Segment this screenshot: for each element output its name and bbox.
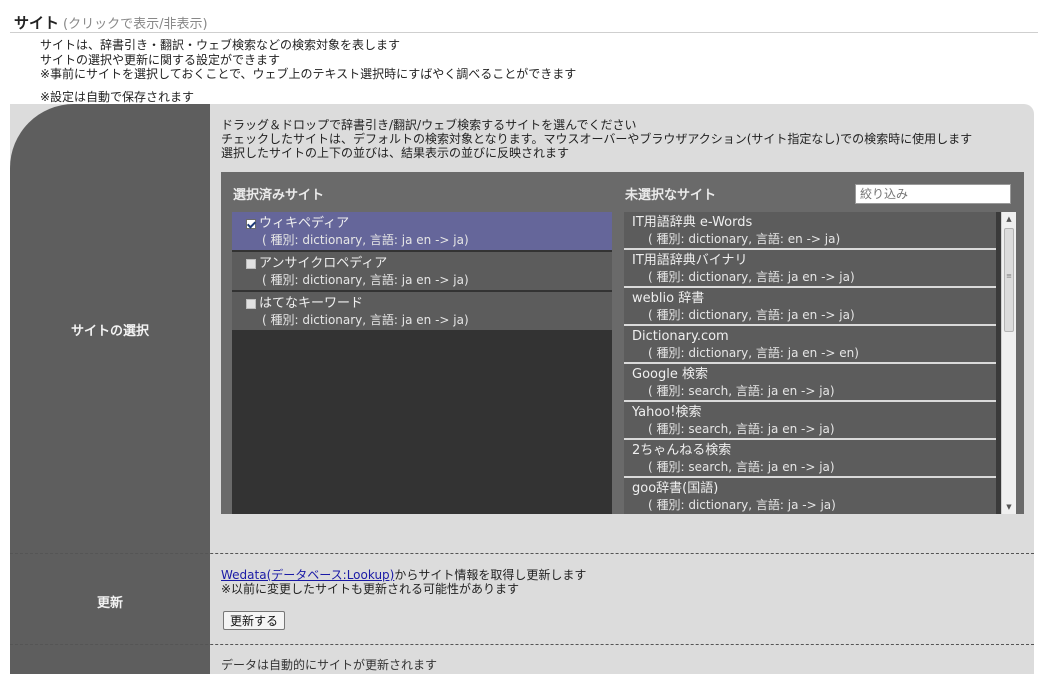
default-site-checkbox[interactable]: [246, 259, 256, 269]
site-name: アンサイクロペディア: [259, 256, 388, 271]
site-filter-input[interactable]: [855, 184, 1011, 204]
site-name: 2ちゃんねる検索: [632, 443, 732, 458]
unselected-site-item[interactable]: IT用語辞典 e-Words ( 種別: dictionary, 言語: en …: [624, 212, 996, 250]
site-name: goo辞書(国語): [632, 481, 719, 496]
description-line: サイトの選択や更新に関する設定ができます: [40, 52, 281, 67]
toggle-visibility-link[interactable]: (クリックで表示/非表示): [63, 17, 208, 32]
update-button[interactable]: 更新する: [223, 611, 286, 630]
unselected-site-item[interactable]: Yahoo!検索 ( 種別: search, 言語: ja en -> ja): [624, 402, 996, 440]
site-name: IT用語辞典バイナリ: [632, 253, 748, 268]
instruction-line: 選択したサイトの上下の並びは、結果表示の並びに反映されます: [221, 146, 570, 160]
site-meta: ( 種別: dictionary, 言語: ja en -> ja): [262, 273, 469, 287]
site-name: weblio 辞書: [632, 291, 705, 306]
site-meta: ( 種別: search, 言語: ja en -> ja): [648, 384, 835, 398]
header-divider: [10, 32, 1038, 33]
unselected-list-scrollbar[interactable]: ▲ ≡ ▼: [1001, 212, 1016, 514]
unselected-site-item[interactable]: 2ちゃんねる検索 ( 種別: search, 言語: ja en -> ja): [624, 440, 996, 478]
site-name: Google 検索: [632, 367, 708, 382]
selected-site-item[interactable]: アンサイクロペディア ( 種別: dictionary, 言語: ja en -…: [232, 252, 612, 292]
default-site-checkbox[interactable]: [246, 219, 256, 229]
site-meta: ( 種別: dictionary, 言語: ja en -> en): [648, 346, 859, 360]
scrollbar-thumb[interactable]: ≡: [1004, 228, 1014, 332]
section-description: サイトは、辞書引き・翻訳・ウェブ検索などの検索対象を表します サイトの選択や更新…: [40, 38, 576, 104]
unselected-site-item[interactable]: Google 検索 ( 種別: search, 言語: ja en -> ja): [624, 364, 996, 402]
wedata-link[interactable]: Wedata(データベース:Lookup): [221, 568, 394, 582]
update-label: 更新: [96, 596, 123, 611]
unselected-site-item[interactable]: Dictionary.com ( 種別: dictionary, 言語: ja …: [624, 326, 996, 364]
description-line: サイトは、辞書引き・翻訳・ウェブ検索などの検索対象を表します: [40, 38, 401, 52]
unselected-sites-list[interactable]: IT用語辞典 e-Words ( 種別: dictionary, 言語: en …: [624, 212, 1016, 514]
autosave-note: ※設定は自動で保存されます: [40, 89, 195, 104]
site-meta: ( 種別: dictionary, 言語: ja en -> ja): [262, 313, 469, 327]
site-meta: ( 種別: dictionary, 言語: ja en -> ja): [648, 308, 855, 322]
update-description-text: からサイト情報を取得し更新します: [394, 568, 587, 582]
site-meta: ( 種別: search, 言語: ja en -> ja): [648, 422, 835, 436]
default-site-checkbox[interactable]: [246, 299, 256, 309]
site-meta: ( 種別: dictionary, 言語: ja en -> ja): [648, 270, 855, 284]
unselected-site-item[interactable]: IT用語辞典バイナリ ( 種別: dictionary, 言語: ja en -…: [624, 250, 996, 288]
unselected-sites-heading: 未選択なサイト: [625, 188, 717, 203]
unselected-site-item[interactable]: weblio 辞書 ( 種別: dictionary, 言語: ja en ->…: [624, 288, 996, 326]
settings-sidebar: [10, 104, 210, 674]
site-meta: ( 種別: dictionary, 言語: en -> ja): [648, 232, 841, 246]
update-description: Wedata(データベース:Lookup)からサイト情報を取得し更新します ※以…: [221, 568, 586, 596]
instruction-line: チェックしたサイトは、デフォルトの検索対象となります。マウスオーバーやブラウザア…: [221, 132, 973, 146]
next-section-text: データは自動的にサイトが更新されます: [221, 658, 438, 672]
selected-sites-heading: 選択済みサイト: [233, 188, 325, 203]
unselected-site-item[interactable]: goo辞書(国語) ( 種別: dictionary, 言語: ja -> ja…: [624, 478, 996, 514]
site-name: はてなキーワード: [259, 296, 364, 311]
site-name: Dictionary.com: [632, 329, 729, 344]
instruction-line: ドラッグ＆ドロップで辞書引き/翻訳/ウェブ検索するサイトを選んでください: [221, 118, 637, 132]
site-name: IT用語辞典 e-Words: [632, 215, 753, 230]
grip-icon: ≡: [1006, 272, 1012, 280]
description-note: ※事前にサイトを選択しておくことで、ウェブ上のテキスト選択時にすばやく調べること…: [40, 67, 577, 81]
section-divider: [10, 644, 1034, 645]
site-selection-label: サイトの選択: [70, 324, 149, 339]
selected-sites-list[interactable]: ウィキペディア ( 種別: dictionary, 言語: ja en -> j…: [232, 212, 612, 514]
site-name: ウィキペディア: [259, 216, 350, 231]
site-meta: ( 種別: dictionary, 言語: ja en -> ja): [262, 233, 469, 247]
selected-site-item[interactable]: はてなキーワード ( 種別: dictionary, 言語: ja en -> …: [232, 292, 612, 332]
section-title: サイト: [14, 14, 60, 32]
site-meta: ( 種別: dictionary, 言語: ja -> ja): [648, 498, 836, 512]
site-picker: 選択済みサイト 未選択なサイト ウィキペディア ( 種別: dictionary…: [221, 172, 1024, 514]
site-meta: ( 種別: search, 言語: ja en -> ja): [648, 460, 835, 474]
scroll-down-arrow-icon[interactable]: ▼: [1002, 500, 1016, 514]
scroll-up-arrow-icon[interactable]: ▲: [1002, 212, 1016, 226]
section-header[interactable]: サイト (クリックで表示/非表示): [14, 12, 208, 33]
site-name: Yahoo!検索: [632, 405, 702, 420]
site-selection-instructions: ドラッグ＆ドロップで辞書引き/翻訳/ウェブ検索するサイトを選んでください チェッ…: [221, 118, 972, 160]
settings-panel: サイトの選択 更新 ドラッグ＆ドロップで辞書引き/翻訳/ウェブ検索するサイトを選…: [10, 104, 1034, 674]
update-note: ※以前に変更したサイトも更新される可能性があります: [221, 582, 520, 596]
selected-site-item[interactable]: ウィキペディア ( 種別: dictionary, 言語: ja en -> j…: [232, 212, 612, 252]
section-divider: [10, 553, 1034, 554]
